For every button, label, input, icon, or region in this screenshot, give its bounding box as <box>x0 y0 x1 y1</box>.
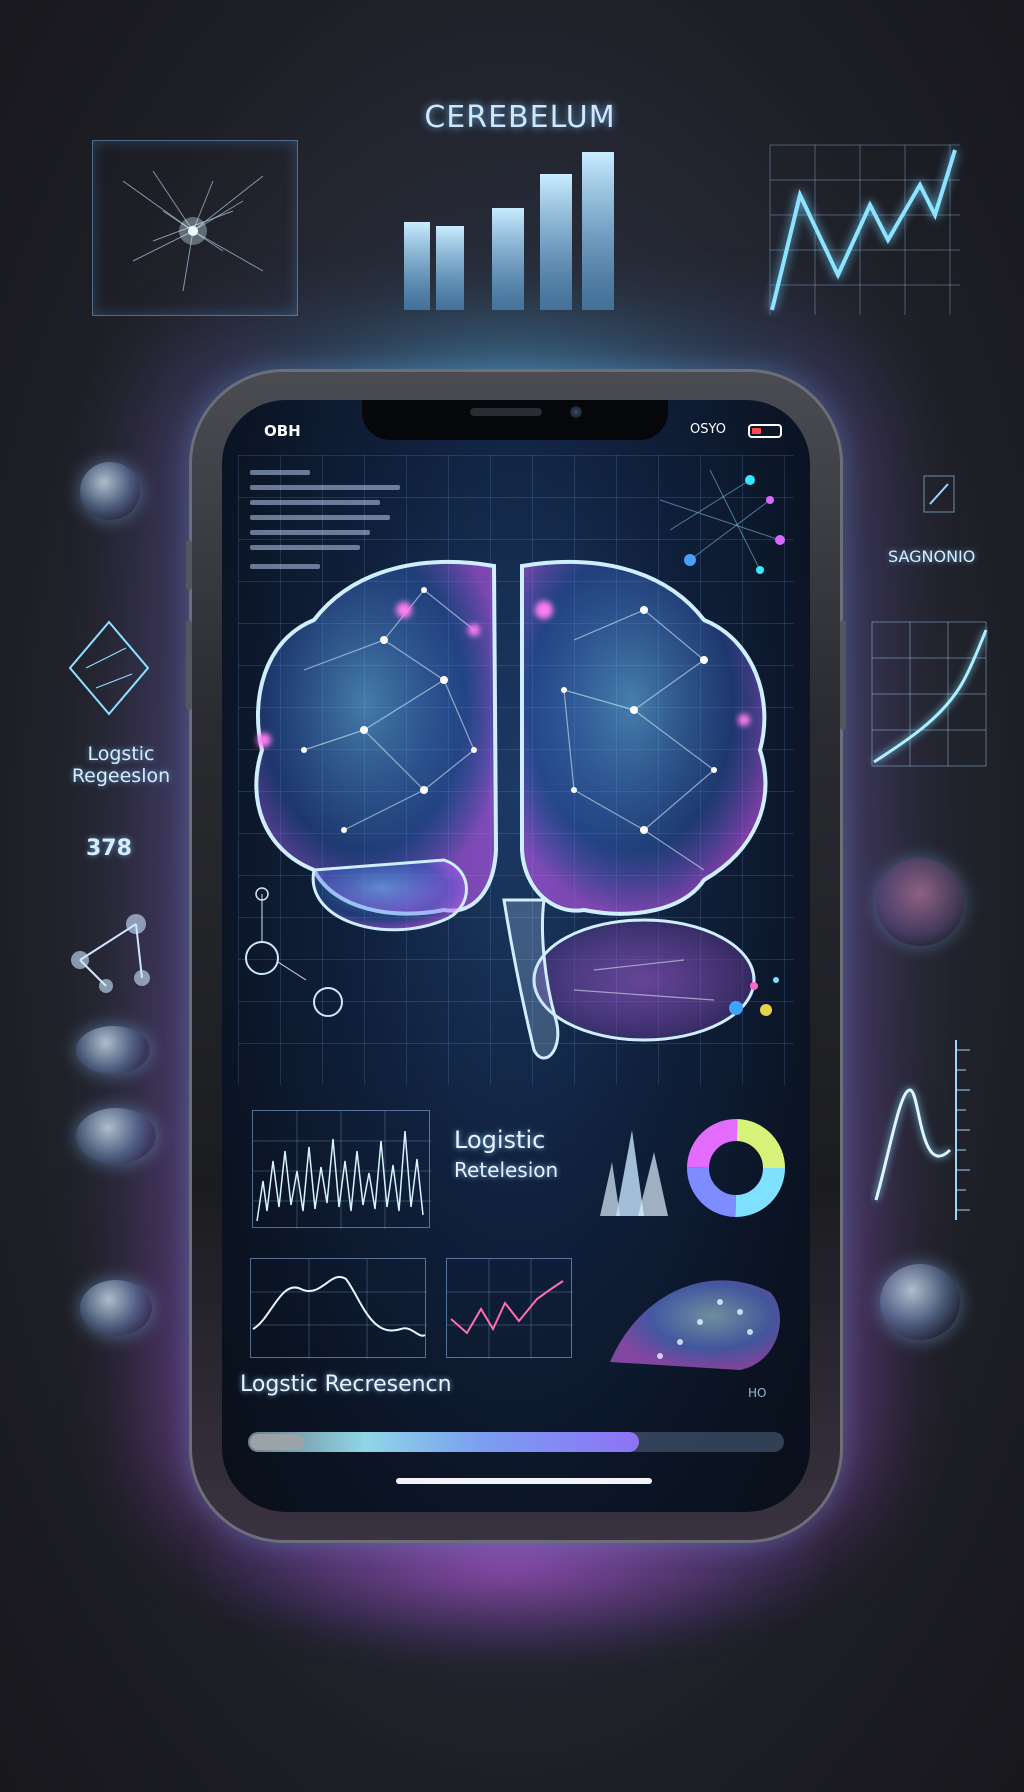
card-title-line2: Retelesion <box>454 1158 559 1182</box>
text-line <box>250 485 400 490</box>
header-bar-chart <box>404 152 614 310</box>
right-side-label: SAGNONIO <box>888 547 976 566</box>
phone-notch <box>362 400 668 440</box>
text-line <box>250 470 310 475</box>
swirl-orb-icon <box>80 462 140 520</box>
phone-side-button-1[interactable] <box>186 540 192 590</box>
spike-chart <box>600 1130 668 1216</box>
spiral-dots-graphic <box>610 1280 780 1370</box>
neural-network-panel <box>92 140 298 316</box>
progress-handle[interactable] <box>250 1434 304 1450</box>
bar-4 <box>540 174 572 310</box>
wave-line <box>251 1259 427 1359</box>
wave-chart-card <box>250 1258 427 1359</box>
sphere-orb-icon <box>880 1264 960 1340</box>
bar-1 <box>404 222 430 310</box>
text-line <box>250 515 390 520</box>
earpiece-speaker <box>470 408 542 416</box>
footer-caption: Logstic Recresencn <box>240 1372 452 1397</box>
particle-cloud <box>659 469 785 574</box>
left-metric-number: 378 <box>86 836 132 861</box>
right-curve-chart <box>871 621 988 767</box>
corner-code: HO <box>748 1386 767 1400</box>
progress-track[interactable] <box>248 1432 784 1452</box>
ruler-curve-chart <box>874 1040 970 1220</box>
front-camera <box>570 406 582 418</box>
cluster-orb-icon <box>76 1026 150 1074</box>
neural-cluster-graphic <box>122 170 264 292</box>
battery-level <box>752 428 762 434</box>
molecule-graph-icon <box>71 914 150 993</box>
trend-chart-card <box>446 1258 573 1359</box>
page-title: CEREBELUM <box>424 100 616 135</box>
text-line <box>250 530 370 535</box>
battery-icon <box>748 424 782 438</box>
signal-waveform <box>253 1111 431 1229</box>
signal-chart-card <box>252 1110 431 1229</box>
node-diagram-left <box>245 887 343 1017</box>
bubble-orb-icon <box>76 1108 156 1164</box>
card-title-line1: Logistic <box>454 1126 546 1154</box>
logistic-card-title: Logistic Retelesion <box>454 1126 558 1182</box>
status-bar-left: OBH <box>264 422 301 440</box>
left-label-line2: Regeeslon <box>71 764 171 787</box>
trend-line <box>447 1259 573 1359</box>
brain-left-hemisphere <box>254 560 499 916</box>
bar-2 <box>436 226 464 310</box>
status-bar-right: OSYO <box>690 422 726 437</box>
brain-right-hemisphere <box>520 560 768 916</box>
particle-cluster-right <box>729 977 779 1016</box>
progress-fill <box>248 1432 640 1452</box>
phone-side-button-2[interactable] <box>186 620 192 710</box>
bar-3 <box>492 208 524 310</box>
text-line <box>250 500 380 505</box>
bottom-swirl-icon <box>80 1280 152 1336</box>
donut-chart <box>687 1119 785 1217</box>
home-indicator[interactable] <box>396 1478 652 1484</box>
small-chart-icon <box>923 475 955 513</box>
phone-power-button[interactable] <box>840 620 846 730</box>
left-label-line1: Logstic <box>87 743 155 765</box>
pyramid-orb-icon <box>876 858 964 946</box>
diamond-network-icon <box>68 620 150 716</box>
bar-5 <box>582 152 614 310</box>
top-right-line-chart <box>760 135 966 335</box>
left-regression-label: Logstic Regeeslon <box>56 743 186 788</box>
